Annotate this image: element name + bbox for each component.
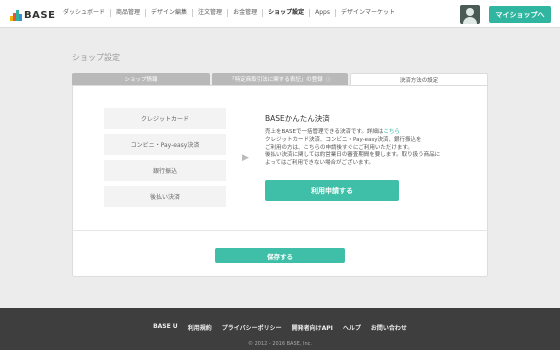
payment-method-convenience: コンビニ・Pay-easy決済 xyxy=(104,134,226,155)
nav-item-orders[interactable]: 注文管理 xyxy=(193,9,229,17)
my-shop-button[interactable]: マイショップへ xyxy=(489,6,551,23)
nav-item-products[interactable]: 商品管理 xyxy=(111,9,147,17)
nav-item-dashboard[interactable]: ダッシュボード xyxy=(58,9,112,17)
payment-method-bank-transfer: 銀行振込 xyxy=(104,160,226,181)
user-avatar[interactable] xyxy=(460,5,480,24)
service-title: BASEかんたん決済 xyxy=(265,114,330,123)
desc-text: ご利用の方は、こちらの申請後すぐにご利用いただけます。 xyxy=(265,144,413,151)
main-nav: ダッシュボード 商品管理 デザイン編集 注文管理 お金管理 ショップ設定 App… xyxy=(58,9,400,17)
desc-text: クレジットカード決済、コンビニ・Pay-easy決済、銀行振込を xyxy=(265,136,422,143)
base-logo-icon xyxy=(10,10,22,21)
save-button[interactable]: 保存する xyxy=(215,248,345,263)
payment-method-deferred: 後払い決済 xyxy=(104,186,226,207)
footer-links: BASE U 利用規約 プライバシーポリシー 開発者向けAPI ヘルプ お問い合… xyxy=(0,323,560,332)
tab-label: 「特定商取引法に関する表記」の登録 xyxy=(229,77,323,83)
footer-link-help[interactable]: ヘルプ xyxy=(338,323,366,332)
help-icon: ⓘ xyxy=(325,76,331,83)
footer-link-terms[interactable]: 利用規約 xyxy=(183,323,217,332)
tab-label: ショップ情報 xyxy=(124,77,158,83)
apply-button[interactable]: 利用申請する xyxy=(265,180,399,201)
tab-commerce-law[interactable]: 「特定商取引法に関する表記」の登録 ⓘ xyxy=(212,73,348,85)
footer-link-contact[interactable]: お問い合わせ xyxy=(366,323,412,332)
page-title: ショップ設定 xyxy=(72,53,120,62)
tab-shop-info[interactable]: ショップ情報 xyxy=(72,73,210,85)
payment-method-credit-card: クレジットカード xyxy=(104,108,226,129)
avatar-body-shape xyxy=(463,17,477,24)
footer-link-privacy[interactable]: プライバシーポリシー xyxy=(217,323,287,332)
avatar-head-shape xyxy=(466,8,474,16)
desc-text: よってはご利用できない場合がございます。 xyxy=(265,160,374,167)
desc-text: 後払い決済に関しては約営業日の審査期間を要します。取り扱う商品に xyxy=(265,152,441,159)
nav-item-design-edit[interactable]: デザイン編集 xyxy=(146,9,194,17)
desc-text: 売上をBASEで一括管理できる決済です。詳細は xyxy=(265,129,384,135)
panel-divider xyxy=(72,230,488,231)
footer-link-developer-api[interactable]: 開発者向けAPI xyxy=(287,323,338,332)
nav-item-design-market[interactable]: デザインマーケット xyxy=(336,9,400,17)
base-logo[interactable]: BASE xyxy=(10,9,55,21)
nav-item-shop-settings[interactable]: ショップ設定 xyxy=(263,9,311,17)
copyright: © 2012 - 2016 BASE, Inc. xyxy=(248,341,312,347)
details-link[interactable]: こちら xyxy=(383,129,400,135)
nav-item-money[interactable]: お金管理 xyxy=(228,9,264,17)
footer: BASE U 利用規約 プライバシーポリシー 開発者向けAPI ヘルプ お問い合… xyxy=(0,308,560,350)
arrow-right-icon: ▶ xyxy=(242,153,249,163)
tab-label: 決済方法の設定 xyxy=(399,78,439,84)
footer-link-base-u[interactable]: BASE U xyxy=(148,323,183,332)
logo-text: BASE xyxy=(24,10,56,21)
service-description: 売上をBASEで一括管理できる決済です。詳細はこちら クレジットカード決済、コン… xyxy=(265,129,487,168)
top-header: BASE ダッシュボード 商品管理 デザイン編集 注文管理 お金管理 ショップ設… xyxy=(0,0,560,28)
nav-item-apps[interactable]: Apps xyxy=(310,9,336,17)
